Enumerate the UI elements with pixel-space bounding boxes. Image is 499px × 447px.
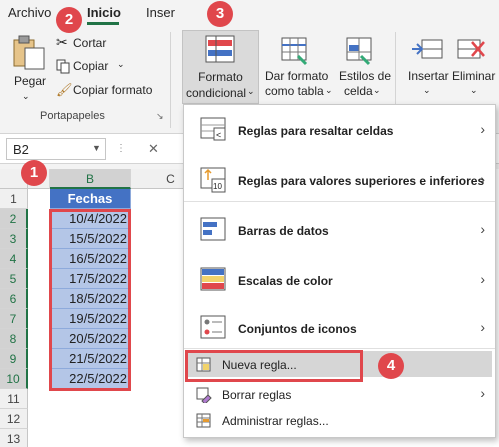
conditional-format-button[interactable]: Formato condicional ⌄: [182, 30, 259, 104]
chevron-right-icon: ›: [480, 319, 485, 335]
chevron-right-icon: ›: [480, 121, 485, 137]
highlight-rules-icon: <: [200, 117, 226, 141]
insert-cells-icon: [412, 39, 443, 59]
conditional-format-menu: < Reglas para resaltar celdas › 10 Regla…: [183, 104, 496, 438]
menu-item-clear-rules[interactable]: Borrar reglas ›: [184, 383, 495, 407]
chevron-right-icon: ›: [480, 171, 485, 187]
row-header-9[interactable]: 9: [0, 349, 28, 369]
delete-cells-icon: [457, 39, 485, 59]
chevron-down-icon[interactable]: ▼: [92, 143, 101, 153]
row-header-6[interactable]: 6: [0, 289, 28, 309]
menu-item-manage-rules[interactable]: Administrar reglas...: [184, 409, 495, 433]
color-scales-icon: [200, 267, 226, 291]
icon-sets-icon: [200, 315, 226, 339]
menu-label: Borrar reglas: [222, 388, 292, 402]
row-header-5[interactable]: 5: [0, 269, 28, 289]
chevron-down-icon: ⌄: [117, 59, 125, 69]
menu-item-highlight-rules[interactable]: < Reglas para resaltar celdas ›: [184, 113, 495, 147]
insert-label: Insertar: [408, 69, 449, 83]
row-header-11[interactable]: 11: [0, 389, 28, 409]
menu-label: Barras de datos: [238, 224, 329, 238]
group-divider: [170, 32, 171, 128]
format-painter-label: Copiar formato: [73, 83, 153, 97]
manage-rules-icon: [196, 413, 211, 428]
copy-label: Copiar: [73, 59, 109, 73]
row-header-13[interactable]: 13: [0, 429, 28, 447]
svg-text:10: 10: [213, 182, 222, 191]
callout-badge-1: 1: [21, 160, 47, 186]
callout-badge-2: 2: [56, 7, 82, 33]
dialog-launcher-icon[interactable]: ↘: [156, 111, 164, 122]
name-box[interactable]: B2: [6, 138, 106, 160]
chevron-down-icon: ⌄: [470, 85, 478, 95]
more-icon: ⋮: [116, 143, 127, 154]
cell-b1-header[interactable]: Fechas: [50, 189, 131, 209]
row-header-3[interactable]: 3: [0, 229, 28, 249]
chevron-right-icon: ›: [480, 271, 485, 287]
menu-label: Escalas de color: [238, 274, 333, 288]
tab-archivo[interactable]: Archivo: [8, 5, 51, 20]
clipboard-group-label: Portapapeles: [40, 110, 105, 122]
active-tab-indicator: [87, 22, 119, 25]
cell-styles-icon: [346, 37, 372, 66]
menu-divider: [184, 201, 495, 202]
chevron-down-icon: ⌄: [247, 86, 255, 96]
new-rule-callout-box: [185, 350, 363, 382]
callout-badge-4: 4: [378, 353, 404, 379]
callout-badge-3: 3: [207, 1, 233, 27]
conditional-format-label-1: Formato: [198, 70, 243, 84]
conditional-format-icon: [205, 35, 235, 63]
paste-icon: [13, 35, 45, 70]
menu-item-data-bars[interactable]: Barras de datos ›: [184, 213, 495, 247]
eraser-icon: [196, 387, 212, 403]
table-icon: [281, 37, 308, 66]
cell-styles-label-1: Estilos de: [339, 69, 392, 83]
row-header-7[interactable]: 7: [0, 309, 28, 329]
row-header-2[interactable]: 2: [0, 209, 28, 229]
selection-highlight: [49, 209, 131, 391]
menu-label: Reglas para resaltar celdas: [238, 124, 394, 138]
format-as-table-label-1: Dar formato: [265, 69, 329, 83]
menu-item-icon-sets[interactable]: Conjuntos de iconos ›: [184, 311, 495, 345]
row-header-1[interactable]: 1: [0, 189, 28, 209]
tab-insertar[interactable]: Inser: [146, 5, 175, 20]
menu-label: Administrar reglas...: [222, 414, 329, 428]
column-header-b[interactable]: B: [50, 169, 131, 189]
chevron-right-icon: ›: [480, 385, 485, 401]
menu-label: Conjuntos de iconos: [238, 322, 357, 336]
conditional-format-label-2: condicional: [186, 86, 247, 100]
delete-label: Eliminar: [452, 69, 496, 83]
top-bottom-rules-icon: 10: [200, 167, 226, 193]
copy-icon: [56, 59, 70, 74]
scissors-icon: ✂: [56, 34, 68, 50]
chevron-down-icon: ⌄: [325, 85, 333, 95]
menu-label: Reglas para valores superiores e inferio…: [238, 174, 485, 188]
format-as-table-label-2: como tabla: [265, 84, 324, 98]
data-bars-icon: [200, 217, 226, 241]
chevron-right-icon: ›: [480, 221, 485, 237]
row-header-10[interactable]: 10: [0, 369, 28, 389]
svg-text:<: <: [216, 130, 221, 140]
cancel-icon[interactable]: ✕: [148, 141, 159, 157]
paste-label: Pegar: [14, 74, 47, 88]
tab-inicio[interactable]: Inicio: [87, 5, 121, 20]
chevron-down-icon: ⌄: [22, 91, 30, 101]
brush-icon: 🖌: [56, 82, 73, 97]
row-header-4[interactable]: 4: [0, 249, 28, 269]
menu-divider: [184, 348, 495, 349]
row-header-8[interactable]: 8: [0, 329, 28, 349]
chevron-down-icon: ⌄: [423, 85, 431, 95]
cell-styles-label-2: celda: [344, 84, 373, 98]
menu-item-color-scales[interactable]: Escalas de color ›: [184, 263, 495, 297]
menu-item-top-bottom-rules[interactable]: 10 Reglas para valores superiores e infe…: [184, 163, 495, 197]
row-header-12[interactable]: 12: [0, 409, 28, 429]
chevron-down-icon: ⌄: [373, 85, 381, 95]
cut-label: Cortar: [73, 36, 107, 50]
